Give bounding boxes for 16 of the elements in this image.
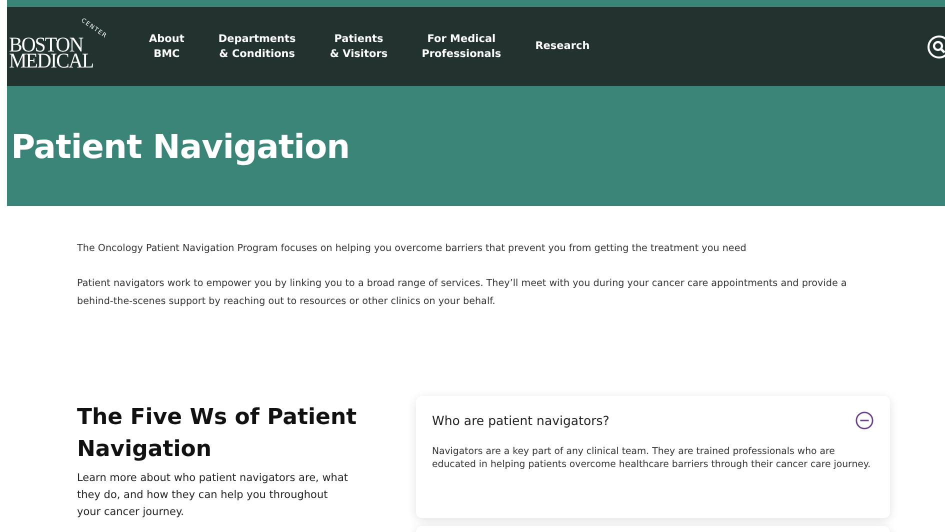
accordion-question[interactable]: Who are patient navigators? bbox=[432, 413, 610, 428]
page-title: Patient Navigation bbox=[11, 126, 350, 166]
logo-text: BOSTON bbox=[9, 36, 83, 53]
intro-paragraph: Patient navigators work to empower you by linking you to a broad range of services. They’ll meet with you during your cancer care appointments and provide a behind-the-scenes support by reaching out to resources or other clinics on your behalf. bbox=[77, 277, 848, 309]
nav-link[interactable]: About BMC bbox=[149, 32, 184, 62]
accordion-answer: Navigators are a key part of any clinical team. They are trained professionals who are educated in helping patients overcome healthcare barriers through their cancer care journey. bbox=[432, 446, 872, 471]
logo-text: MEDICAL bbox=[9, 52, 94, 69]
nav-link[interactable]: Research bbox=[535, 39, 590, 54]
nav-link[interactable]: Patients & Visitors bbox=[330, 32, 388, 62]
nav-link[interactable]: For Medical Professionals bbox=[422, 32, 502, 62]
section-heading: The Five Ws of Patient Navigation bbox=[77, 404, 358, 464]
section-text: Learn more about who patient navigators are, what they do, and how they can help you throughout your cancer journey. bbox=[77, 471, 349, 520]
intro-paragraph: The Oncology Patient Navigation Program focuses on helping you overcome barriers that prevent you from getting the treatment you need bbox=[77, 242, 748, 256]
collapse-icon[interactable] bbox=[855, 411, 874, 430]
nav-link[interactable]: Departments & Conditions bbox=[218, 32, 296, 62]
search-icon[interactable] bbox=[927, 35, 945, 59]
